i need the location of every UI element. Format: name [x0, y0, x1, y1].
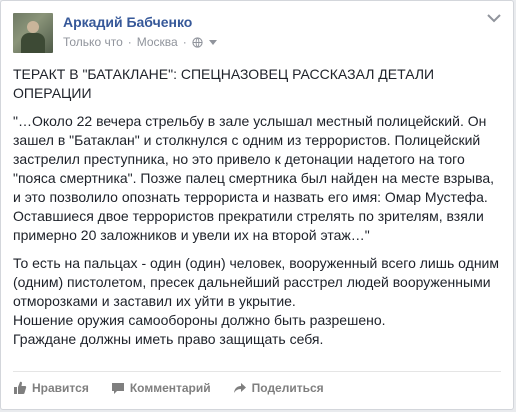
avatar-body	[21, 33, 45, 53]
meta-separator: ·	[127, 35, 132, 49]
avatar-head	[27, 21, 39, 33]
share-icon	[233, 383, 246, 393]
author-name[interactable]: Аркадий Бабченко	[63, 14, 192, 30]
globe-icon[interactable]	[192, 36, 203, 48]
post-content: ТЕРАКТ В "БАТАКЛАНЕ": СПЕЦНАЗОВЕЦ РАССКА…	[13, 65, 499, 349]
post-meta: Только что · Москва ·	[63, 35, 217, 49]
chevron-down-icon[interactable]	[208, 39, 217, 45]
author-avatar[interactable]	[13, 13, 53, 53]
post-options-icon[interactable]	[487, 13, 501, 23]
like-button[interactable]: Нравится	[13, 381, 89, 395]
comment-label: Комментарий	[129, 381, 211, 395]
post-body-line: Граждане должны иметь право защищать себ…	[13, 331, 324, 347]
post-body-line: Ношение оружия самообороны должно быть р…	[13, 312, 386, 328]
like-label: Нравится	[32, 381, 89, 395]
thumbs-up-icon	[14, 381, 27, 394]
meta-separator: ·	[182, 35, 187, 49]
share-label: Поделиться	[251, 381, 324, 395]
post-body-line: То есть на пальцах - один (один) человек…	[13, 255, 499, 309]
facebook-post: Аркадий Бабченко Только что · Москва · Т…	[0, 0, 514, 410]
post-actions: Нравится Комментарий Поделиться	[13, 381, 324, 395]
share-button[interactable]: Поделиться	[233, 381, 324, 395]
actions-divider	[13, 371, 501, 372]
comment-button[interactable]: Комментарий	[111, 381, 211, 395]
post-location[interactable]: Москва	[137, 35, 178, 49]
post-quote: "…Около 22 вечера стрельбу в зале услыша…	[13, 113, 495, 243]
comment-icon	[111, 383, 124, 394]
post-time[interactable]: Только что	[63, 35, 123, 49]
post-headline: ТЕРАКТ В "БАТАКЛАНЕ": СПЕЦНАЗОВЕЦ РАССКА…	[13, 66, 435, 101]
